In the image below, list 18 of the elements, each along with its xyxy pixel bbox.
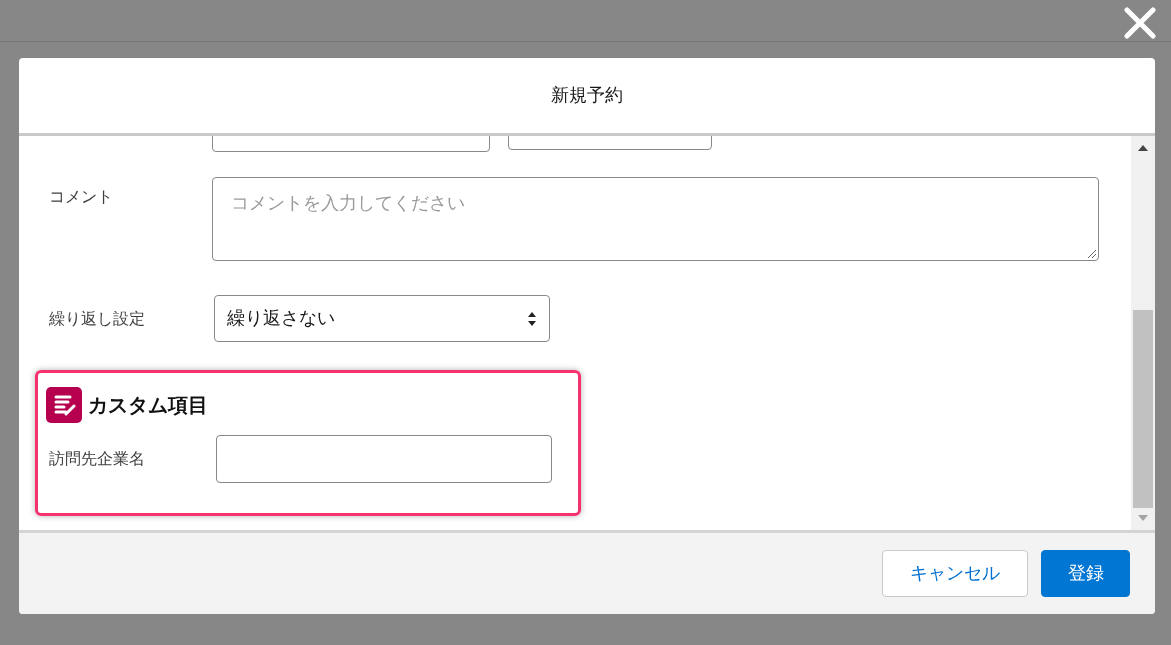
repeat-select[interactable]: 繰り返さない [214, 295, 550, 342]
company-label: 訪問先企業名 [48, 449, 146, 469]
comment-label: コメント [49, 187, 114, 207]
dialog-title: 新規予約 [551, 84, 623, 107]
comment-field[interactable]: コメントを入力してください [212, 177, 1099, 261]
scrollbar[interactable] [1131, 136, 1155, 530]
close-icon [1124, 7, 1156, 39]
scroll-up-icon[interactable] [1137, 144, 1149, 152]
close-button[interactable] [1123, 6, 1157, 40]
cancel-button[interactable]: キャンセル [882, 550, 1028, 597]
note-icon [46, 387, 82, 423]
register-button[interactable]: 登録 [1041, 550, 1130, 597]
section-title: カスタム項目 [88, 393, 208, 418]
company-field[interactable] [216, 435, 552, 483]
repeat-label: 繰り返し設定 [49, 308, 146, 329]
scroll-down-icon[interactable] [1137, 514, 1149, 522]
resize-handle-icon[interactable] [1087, 249, 1097, 259]
scrollbar-thumb[interactable] [1133, 310, 1153, 508]
